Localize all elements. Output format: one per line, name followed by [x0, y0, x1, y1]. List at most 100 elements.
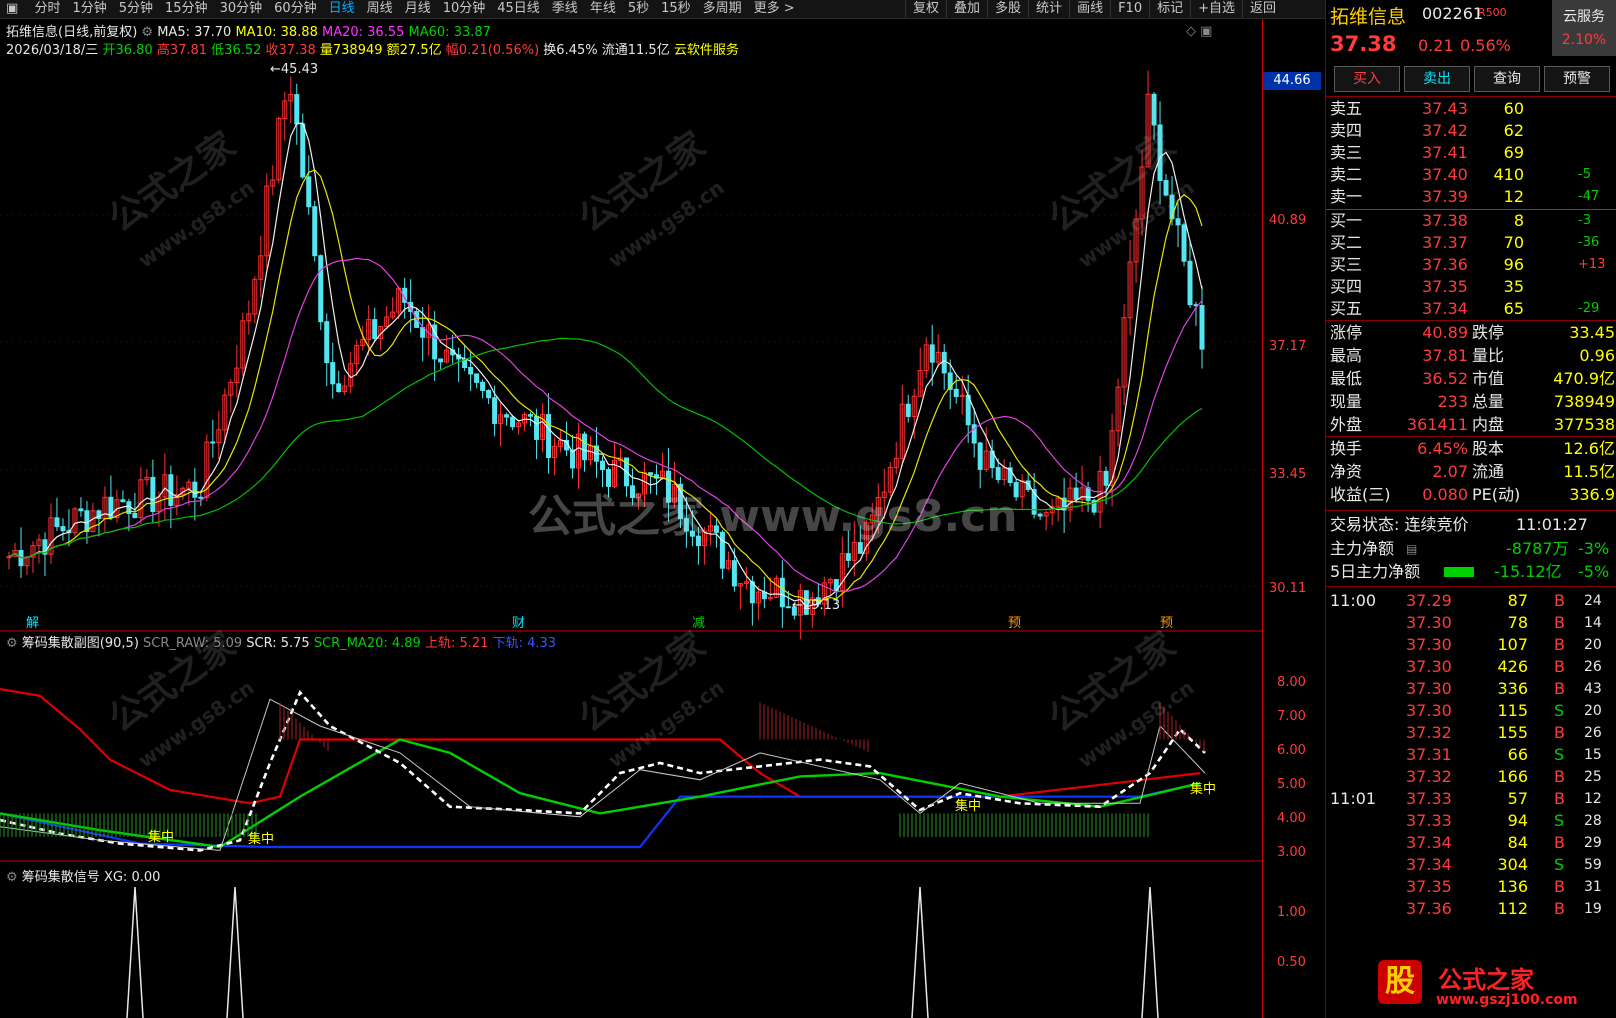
settings-gear-icon[interactable]: ⚙ — [141, 25, 153, 40]
tick-count: 59 — [1584, 857, 1602, 873]
order-book-row[interactable]: 卖一 37.39 12 -47 — [1326, 186, 1616, 208]
indicator-toggle-icon[interactable]: ⚙ — [6, 636, 18, 651]
buy-button[interactable]: 买入 — [1334, 66, 1400, 92]
tick-row: 37.30 336 B 43 — [1326, 678, 1616, 700]
sell-button[interactable]: 卖出 — [1404, 66, 1470, 92]
period-tab[interactable]: 30分钟 — [214, 0, 269, 18]
main5-net-label: 5日主力净额 — [1330, 562, 1421, 581]
level-volume: 70 — [1503, 233, 1524, 252]
tool-tab[interactable]: +自选 — [1190, 0, 1242, 18]
period-tab[interactable]: 多周期 — [697, 0, 748, 18]
tick-row: 37.30 78 B 14 — [1326, 612, 1616, 634]
order-book-row[interactable]: 买一 37.38 8 -3 — [1326, 210, 1616, 232]
chart-options-icon[interactable]: ◇ ▣ — [1186, 24, 1212, 39]
logo-text: 公式之家 — [1438, 966, 1534, 994]
xg-label: XG: 0.00 — [103, 870, 161, 885]
period-tab[interactable]: 10分钟 — [437, 0, 492, 18]
main5-net-row[interactable]: 5日主力净额 -15.12亿 -5% — [1326, 561, 1616, 583]
order-book-row[interactable]: 卖四 37.42 62 — [1326, 120, 1616, 142]
main-net-row[interactable]: 主力净额 ▤ -8787万 -3% — [1326, 538, 1616, 560]
tick-row: 37.30 107 B 20 — [1326, 634, 1616, 656]
status-label: 交易状态: 连续竞价 — [1330, 515, 1469, 534]
period-tab[interactable]: 月线 — [399, 0, 437, 18]
tick-side: B — [1554, 613, 1565, 632]
order-book-row[interactable]: 卖三 37.41 69 — [1326, 142, 1616, 164]
order-book-row[interactable]: 买五 37.34 65 -29 — [1326, 298, 1616, 320]
query-button[interactable]: 查询 — [1474, 66, 1540, 92]
period-tab[interactable]: 年线 — [584, 0, 622, 18]
period-tab[interactable]: 45日线 — [491, 0, 546, 18]
tick-time-label: 11:01 — [1330, 789, 1377, 808]
level-volume: 12 — [1503, 187, 1524, 206]
level-volume: 35 — [1503, 277, 1524, 296]
sector-link[interactable]: 云软件服务 — [674, 43, 739, 58]
max-price-annotation: ←45.43 — [270, 62, 319, 77]
period-tab[interactable]: 日线 — [323, 0, 361, 18]
period-tab[interactable]: 1分钟 — [66, 0, 112, 18]
list-icon[interactable]: ▤ — [1406, 538, 1417, 560]
period-tab[interactable]: 季线 — [546, 0, 584, 18]
tool-tab[interactable]: 统计 — [1028, 0, 1069, 18]
toolbar-menu-icon[interactable]: ▣ — [0, 0, 24, 18]
amount-label: 额27.5亿 — [386, 43, 442, 58]
order-book-row[interactable]: 卖五 37.43 60 — [1326, 98, 1616, 120]
tick-volume: 66 — [1507, 745, 1528, 764]
tick-side: B — [1554, 767, 1565, 786]
open-label: 开36.80 — [102, 43, 153, 58]
order-book-row[interactable]: 买三 37.36 96 +13 — [1326, 254, 1616, 276]
ma60-label: MA60: 33.87 — [408, 25, 491, 40]
candle-body — [336, 383, 342, 393]
tool-tab[interactable]: 标记 — [1149, 0, 1190, 18]
tick-count: 20 — [1584, 703, 1602, 719]
sub-chart1-title: 筹码集散副图(90,5) — [21, 636, 139, 651]
tick-side: B — [1554, 877, 1565, 896]
sector-box[interactable]: 云服务 2.10% — [1552, 0, 1616, 56]
stock-code: 002261 — [1422, 4, 1484, 23]
candle-body — [534, 415, 540, 440]
period-tab[interactable]: 15分钟 — [159, 0, 214, 18]
period-tab[interactable]: 60分钟 — [268, 0, 323, 18]
period-tab[interactable]: 分时 — [28, 0, 66, 18]
indicator-toggle-icon[interactable]: ⚙ — [6, 870, 18, 885]
period-tab[interactable]: 15秒 — [655, 0, 697, 18]
alert-button[interactable]: 预警 — [1544, 66, 1610, 92]
float-cap-label: 流通11.5亿 — [601, 43, 670, 58]
tick-row: 37.34 304 S 59 — [1326, 854, 1616, 876]
ma10-label: MA10: 38.88 — [235, 25, 318, 40]
period-tab[interactable]: 5分钟 — [113, 0, 159, 18]
period-tab[interactable]: 更多 > — [748, 0, 801, 18]
main-chart-title-line: 拓维信息(日线,前复权) ⚙ MA5: 37.70 MA10: 38.88 MA… — [6, 21, 491, 40]
candle-body — [6, 556, 12, 559]
stat-value: 12.6亿 — [1563, 439, 1615, 458]
axis-tick-label: 1.00 — [1277, 905, 1306, 920]
logo-url: www.gszj100.com — [1436, 992, 1578, 1008]
event-marker[interactable]: 减 — [692, 612, 705, 631]
tool-tab[interactable]: 多股 — [987, 0, 1028, 18]
tool-tab[interactable]: 叠加 — [946, 0, 987, 18]
tool-tab[interactable]: 返回 — [1242, 0, 1283, 18]
order-book-row[interactable]: 卖二 37.40 410 -5 — [1326, 164, 1616, 186]
tick-side: S — [1554, 745, 1565, 764]
tool-tab[interactable]: 复权 — [905, 0, 946, 18]
tool-tab[interactable]: 画线 — [1069, 0, 1110, 18]
price-change: 0.21 — [1418, 36, 1454, 55]
candle-body — [582, 433, 588, 461]
order-book-row[interactable]: 买二 37.37 70 -36 — [1326, 232, 1616, 254]
period-tab[interactable]: 周线 — [361, 0, 399, 18]
candle-body — [857, 542, 863, 554]
event-marker[interactable]: 预 — [1008, 612, 1021, 631]
tick-side: B — [1554, 657, 1565, 676]
date-label: 2026/03/18/三 — [6, 43, 99, 58]
event-marker[interactable]: 预 — [1160, 612, 1173, 631]
period-tab[interactable]: 5秒 — [622, 0, 655, 18]
tool-tab[interactable]: F10 — [1110, 0, 1149, 18]
candle-body — [761, 591, 767, 600]
candle-body — [210, 441, 216, 444]
event-marker[interactable]: 财 — [512, 612, 525, 631]
candle-body — [1073, 487, 1079, 500]
scr-label: SCR: 5.75 — [246, 636, 310, 651]
event-marker[interactable]: 解 — [26, 612, 39, 631]
order-book-row[interactable]: 买四 37.35 35 — [1326, 276, 1616, 298]
candle-body — [372, 319, 378, 339]
tick-volume: 84 — [1507, 833, 1528, 852]
